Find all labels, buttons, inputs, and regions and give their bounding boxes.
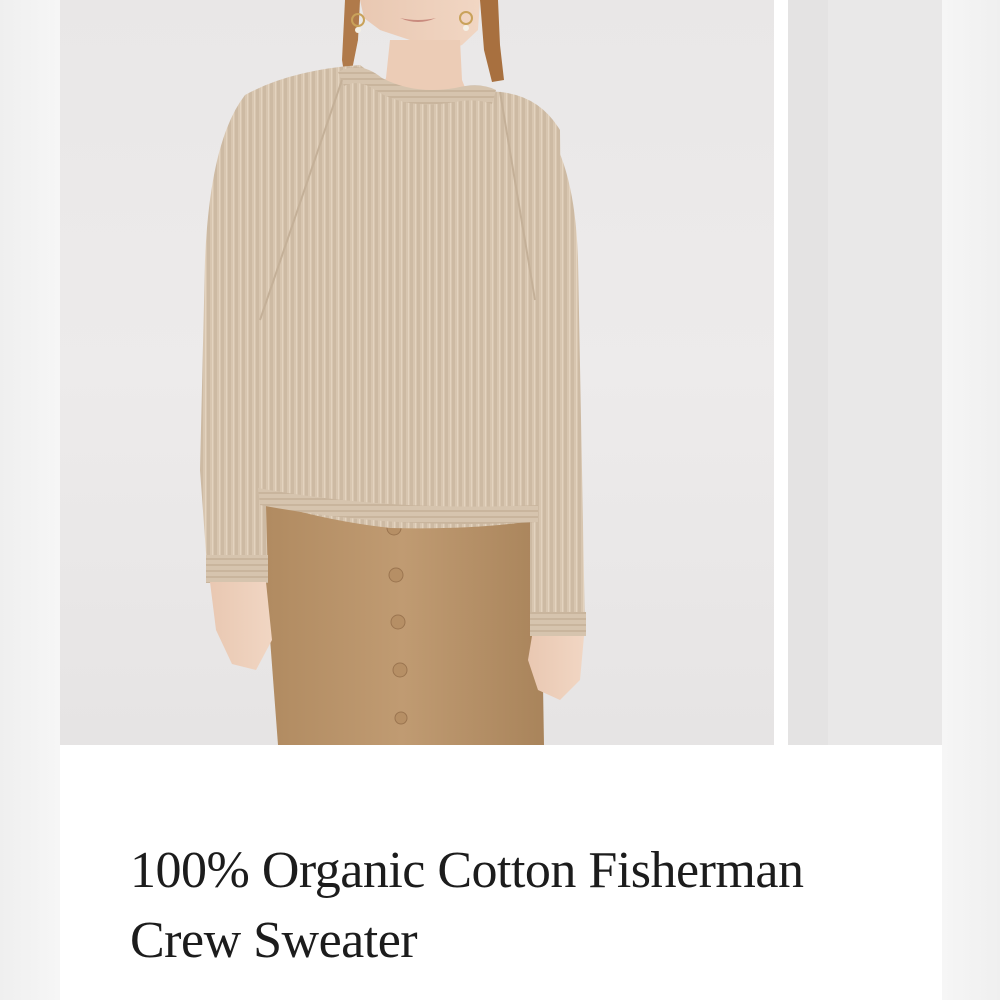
product-photo-main[interactable] [60, 0, 774, 745]
next-product-photo-partial [788, 0, 942, 745]
product-image-gallery[interactable] [60, 0, 942, 745]
model-wearing-sweater-photo [200, 0, 586, 745]
right-margin [942, 0, 1000, 1000]
left-margin [0, 0, 60, 1000]
product-photo-next[interactable] [788, 0, 942, 745]
gallery-gap [774, 0, 788, 745]
product-title: 100% Organic Cotton Fisherman Crew Sweat… [130, 842, 804, 969]
